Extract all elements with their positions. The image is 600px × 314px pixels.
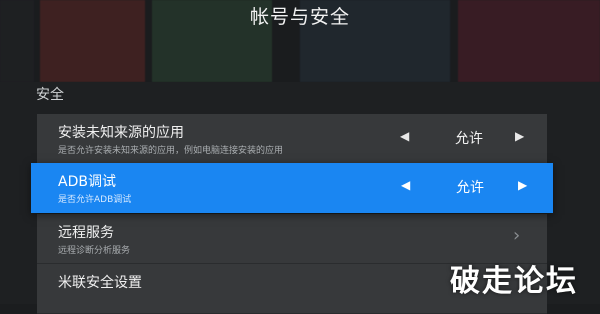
chevron-right-icon: › <box>513 225 521 246</box>
setting-value: 允许 <box>456 180 484 196</box>
arrow-left-icon[interactable]: ◀ <box>400 129 409 143</box>
setting-unknown-sources[interactable]: 安装未知来源的应用 是否允许安装未知来源的应用，例如电脑连接安装的应用 ◀ 允许… <box>37 114 547 164</box>
setting-description: 远程诊断分析服务 <box>58 246 131 256</box>
page-title: 帐号与安全 <box>249 6 350 28</box>
arrow-right-icon[interactable]: ▶ <box>518 178 527 192</box>
setting-title: 远程服务 <box>58 225 114 241</box>
arrow-right-icon[interactable]: ▶ <box>515 129 524 143</box>
setting-title: 米联安全设置 <box>58 275 142 291</box>
setting-description: 是否允许安装未知来源的应用，例如电脑连接安装的应用 <box>58 146 284 156</box>
setting-description: 是否允许ADB调试 <box>58 195 132 205</box>
watermark: 破走论坛 <box>450 264 578 299</box>
section-label-security: 安全 <box>36 87 64 103</box>
arrow-left-icon[interactable]: ◀ <box>401 178 410 192</box>
setting-title: ADB调试 <box>58 174 116 190</box>
setting-adb-debugging[interactable]: ADB调试 是否允许ADB调试 ◀ 允许 ▶ <box>31 163 553 213</box>
setting-title: 安装未知来源的应用 <box>58 125 184 141</box>
setting-value: 允许 <box>455 131 483 147</box>
